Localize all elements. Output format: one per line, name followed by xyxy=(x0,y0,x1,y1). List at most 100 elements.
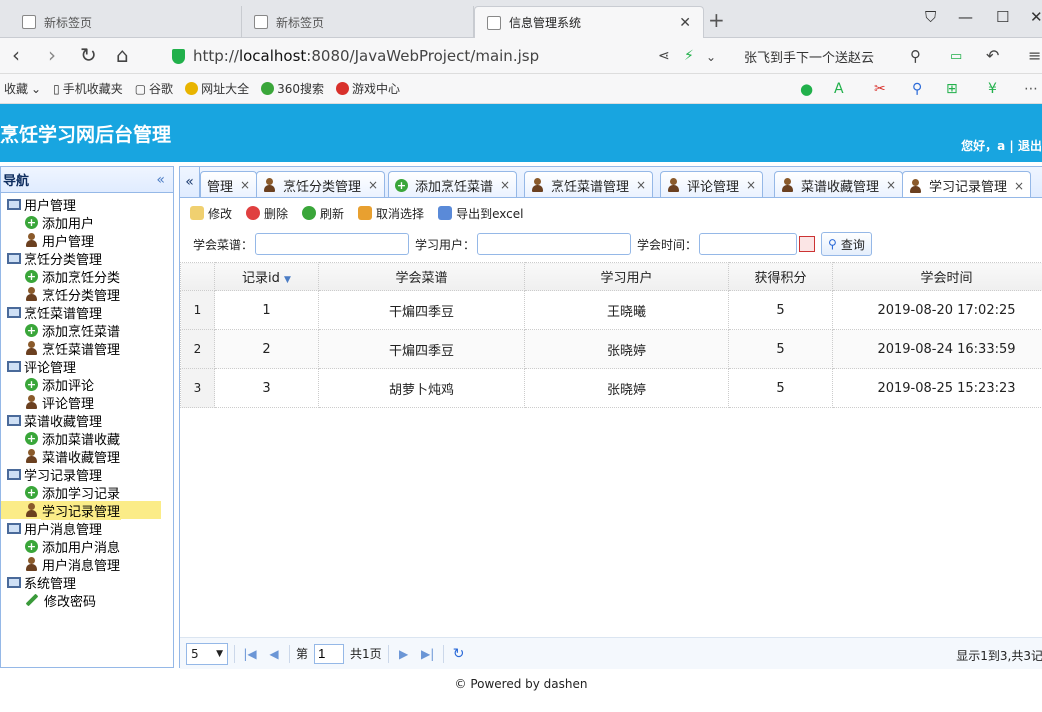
more-icon[interactable]: ⋯ xyxy=(1024,81,1038,97)
nav-group[interactable]: 菜谱收藏管理 xyxy=(1,411,173,430)
nav-group[interactable]: 烹饪分类管理 xyxy=(1,249,173,268)
magnifier-icon[interactable]: ⚲ xyxy=(912,81,922,97)
bookmark-games[interactable]: 游戏中心 xyxy=(335,80,400,97)
nav-group[interactable]: 学习记录管理 xyxy=(1,465,173,484)
chevron-down-icon[interactable]: ⌄ xyxy=(706,50,716,64)
nav-item[interactable]: 烹饪分类管理 xyxy=(1,285,173,304)
reload-icon[interactable]: ↻ xyxy=(450,646,468,662)
undo-icon[interactable]: ↶ xyxy=(986,46,999,65)
nav-group[interactable]: 用户消息管理 xyxy=(1,519,173,538)
page-size-select[interactable]: 5 ▼ xyxy=(186,642,228,665)
prev-page-icon[interactable]: ◀ xyxy=(265,647,283,661)
browser-tab-2[interactable]: 新标签页 xyxy=(242,6,474,38)
minimize-icon[interactable]: — xyxy=(958,8,973,26)
gamepad-icon[interactable]: ⊞ xyxy=(946,81,958,97)
export-excel-button[interactable]: 导出到excel xyxy=(438,205,523,222)
tabs-scroll-left-icon[interactable]: « xyxy=(180,167,200,197)
back-arrow-icon[interactable]: ‹ xyxy=(12,43,20,67)
next-page-icon[interactable]: ▶ xyxy=(395,647,413,661)
nav-item[interactable]: + 添加烹饪菜谱 xyxy=(1,321,173,340)
unselect-button[interactable]: 取消选择 xyxy=(358,205,424,222)
time-filter-input[interactable] xyxy=(699,233,798,255)
close-icon[interactable]: × xyxy=(1014,179,1024,193)
column-header-user[interactable]: 学习用户 xyxy=(524,262,729,291)
nav-item[interactable]: 菜谱收藏管理 xyxy=(1,447,173,466)
cell-points: 5 xyxy=(728,290,833,330)
nav-item[interactable]: + 添加评论 xyxy=(1,375,173,394)
nav-group[interactable]: 评论管理 xyxy=(1,357,173,376)
url-field[interactable]: http://localhost:8080/JavaWebProject/mai… xyxy=(172,44,732,68)
user-filter-input[interactable] xyxy=(477,233,632,255)
logout-link[interactable]: 退出 xyxy=(1018,139,1042,153)
close-icon[interactable]: × xyxy=(368,178,378,192)
close-icon[interactable]: × xyxy=(636,178,646,192)
page-tab[interactable]: 烹饪菜谱管理 × xyxy=(524,171,654,197)
nav-item[interactable]: 用户消息管理 xyxy=(1,555,173,574)
column-header-id[interactable]: 记录id ▼ xyxy=(214,262,319,291)
share-icon[interactable]: ⋖ xyxy=(658,48,670,64)
calendar-icon[interactable] xyxy=(799,236,816,252)
nav-group[interactable]: 烹饪菜谱管理 xyxy=(1,303,173,322)
close-icon[interactable]: × xyxy=(746,178,756,192)
browser-tab-3[interactable]: 信息管理系统 ✕ xyxy=(474,6,704,38)
column-header-time[interactable]: 学会时间 xyxy=(832,262,1042,291)
search-suggestion[interactable]: 张飞到手下一个送赵云 xyxy=(744,47,874,66)
page-tab[interactable]: 学习记录管理 × xyxy=(902,171,1032,197)
lightning-icon[interactable]: ⚡ xyxy=(684,48,694,64)
bookmark-favorites[interactable]: 收藏 ⌄ xyxy=(4,80,41,97)
yen-icon[interactable]: ¥ xyxy=(988,81,997,97)
page-tab[interactable]: 菜谱收藏管理 × xyxy=(774,171,904,197)
edit-button[interactable]: 修改 xyxy=(190,205,232,222)
nav-group[interactable]: 系统管理 xyxy=(1,573,173,592)
browser-tab-1[interactable]: 新标签页 xyxy=(10,6,242,38)
page-number-input[interactable] xyxy=(314,643,345,664)
nav-item[interactable]: + 添加菜谱收藏 xyxy=(1,429,173,448)
nav-item[interactable]: 用户管理 xyxy=(1,231,173,250)
page-tab[interactable]: 烹饪分类管理 × xyxy=(256,171,386,197)
nav-item[interactable]: 学习记录管理 xyxy=(1,500,173,520)
bookmark-mobile[interactable]: ▯ 手机收藏夹 xyxy=(53,80,123,97)
nav-group[interactable]: 用户管理 xyxy=(1,195,173,214)
home-icon[interactable]: ⌂ xyxy=(116,43,129,67)
table-row[interactable]: 1 1 干煸四季豆 王晓曦 5 2019-08-20 17:02:25 xyxy=(180,290,1042,330)
bookmark-google[interactable]: ▢ 谷歌 xyxy=(135,80,173,97)
nav-item[interactable]: 烹饪菜谱管理 xyxy=(1,339,173,358)
translate-icon[interactable]: A xyxy=(834,81,844,97)
close-window-icon[interactable]: ✕ xyxy=(1030,8,1042,26)
query-button[interactable]: ⚲ 查询 xyxy=(821,232,872,256)
close-icon[interactable]: ✕ xyxy=(679,15,691,31)
nav-item[interactable]: + 添加烹饪分类 xyxy=(1,267,173,286)
nav-item[interactable]: 修改密码 xyxy=(1,591,173,610)
nav-item[interactable]: + 添加用户 xyxy=(1,213,173,232)
search-icon[interactable]: ⚲ xyxy=(910,47,921,65)
nav-item[interactable]: 评论管理 xyxy=(1,393,173,412)
last-page-icon[interactable]: ▶| xyxy=(419,647,437,661)
page-tab[interactable]: + 添加烹饪菜谱 × xyxy=(388,171,518,197)
refresh-button[interactable]: 刷新 xyxy=(302,205,344,222)
reload-icon[interactable]: ↻ xyxy=(80,43,97,67)
maximize-icon[interactable]: ☐ xyxy=(996,8,1009,26)
close-icon[interactable]: × xyxy=(500,178,510,192)
collapse-icon[interactable]: « xyxy=(156,172,165,188)
column-header-points[interactable]: 获得积分 xyxy=(728,262,833,291)
close-icon[interactable]: × xyxy=(240,178,250,192)
page-tab[interactable]: 管理 × xyxy=(200,171,258,197)
page-tab[interactable]: 评论管理 × xyxy=(660,171,764,197)
extension-icon[interactable]: ● xyxy=(800,80,813,98)
nav-item[interactable]: + 添加用户消息 xyxy=(1,537,173,556)
bookmark-directory[interactable]: 网址大全 xyxy=(185,80,249,97)
recipe-filter-input[interactable] xyxy=(255,233,410,255)
delete-button[interactable]: 删除 xyxy=(246,205,288,222)
column-header-recipe[interactable]: 学会菜谱 xyxy=(318,262,525,291)
table-row[interactable]: 3 3 胡萝卜炖鸡 张晓婷 5 2019-08-25 15:23:23 xyxy=(180,368,1042,408)
forward-arrow-icon[interactable]: › xyxy=(48,43,56,67)
nav-item[interactable]: + 添加学习记录 xyxy=(1,483,173,502)
bookmark-360-search[interactable]: 360搜索 xyxy=(261,80,324,97)
new-tab-icon[interactable]: + xyxy=(708,8,725,32)
first-page-icon[interactable]: |◀ xyxy=(241,647,259,661)
menu-icon[interactable]: ≡ xyxy=(1028,46,1041,65)
table-row[interactable]: 2 2 干煸四季豆 张晓婷 5 2019-08-24 16:33:59 xyxy=(180,329,1042,369)
scissors-icon[interactable]: ✂ xyxy=(874,81,886,97)
close-icon[interactable]: × xyxy=(886,178,896,192)
shirt-icon[interactable]: ⛉ xyxy=(925,8,936,26)
